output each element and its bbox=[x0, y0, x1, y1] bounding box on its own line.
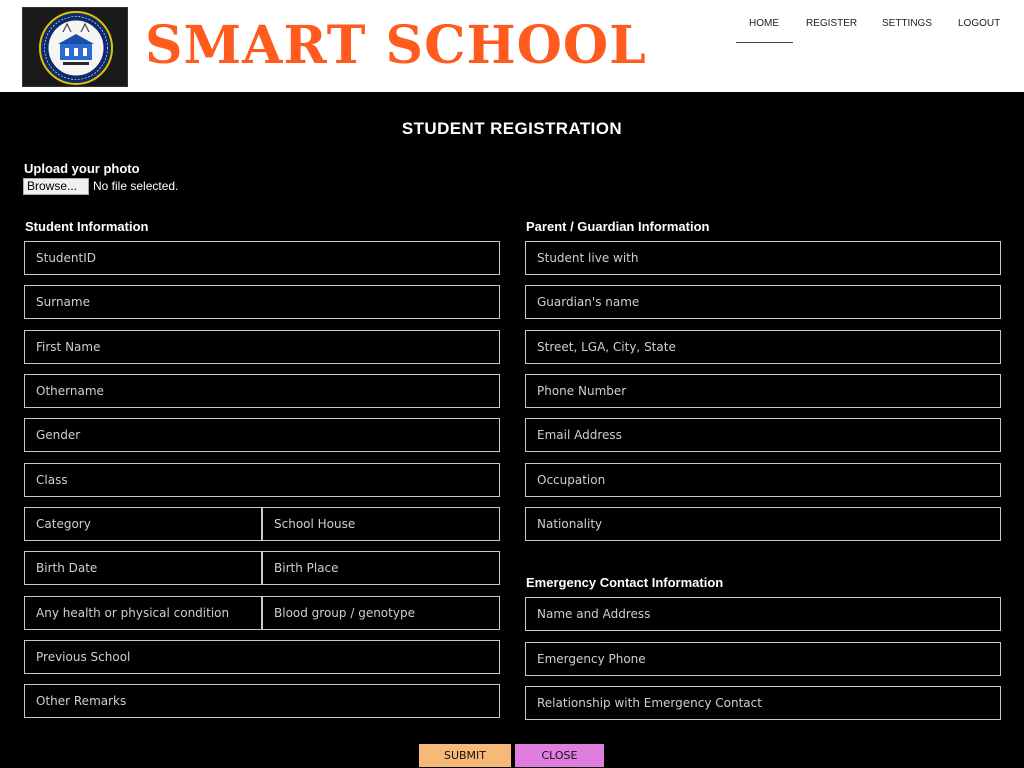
nationality-input[interactable]: Nationality bbox=[525, 507, 1001, 541]
school-house-input[interactable]: School House bbox=[262, 507, 500, 541]
previous-school-input[interactable]: Previous School bbox=[24, 640, 500, 674]
emergency-name-address-input[interactable]: Name and Address bbox=[525, 597, 1001, 631]
class-input[interactable]: Class bbox=[24, 463, 500, 497]
birth-place-input[interactable]: Birth Place bbox=[262, 551, 500, 585]
close-button[interactable]: CLOSE bbox=[515, 744, 604, 767]
guardian-name-input[interactable]: Guardian's name bbox=[525, 285, 1001, 319]
guardian-section-title: Parent / Guardian Information bbox=[526, 219, 710, 234]
email-input[interactable]: Email Address bbox=[525, 418, 1001, 452]
emergency-phone-input[interactable]: Emergency Phone bbox=[525, 642, 1001, 676]
nav-active-indicator bbox=[736, 42, 793, 43]
school-logo bbox=[22, 7, 128, 87]
birth-date-input[interactable]: Birth Date bbox=[24, 551, 262, 585]
othername-input[interactable]: Othername bbox=[24, 374, 500, 408]
blood-group-input[interactable]: Blood group / genotype bbox=[262, 596, 500, 630]
lives-with-input[interactable]: Student live with bbox=[525, 241, 1001, 275]
surname-input[interactable]: Surname bbox=[24, 285, 500, 319]
browse-button[interactable]: Browse... bbox=[23, 178, 89, 195]
submit-button[interactable]: SUBMIT bbox=[419, 744, 511, 767]
first-name-input[interactable]: First Name bbox=[24, 330, 500, 364]
phone-input[interactable]: Phone Number bbox=[525, 374, 1001, 408]
nav-settings[interactable]: SETTINGS bbox=[882, 18, 932, 30]
occupation-input[interactable]: Occupation bbox=[525, 463, 1001, 497]
other-remarks-input[interactable]: Other Remarks bbox=[24, 684, 500, 718]
emergency-section-title: Emergency Contact Information bbox=[526, 575, 724, 590]
health-condition-input[interactable]: Any health or physical condition bbox=[24, 596, 262, 630]
gender-input[interactable]: Gender bbox=[24, 418, 500, 452]
student-section-title: Student Information bbox=[25, 219, 149, 234]
address-input[interactable]: Street, LGA, City, State bbox=[525, 330, 1001, 364]
nav-logout[interactable]: LOGOUT bbox=[958, 18, 1000, 30]
logo-emblem bbox=[23, 8, 127, 86]
file-status: No file selected. bbox=[93, 179, 179, 193]
page-title: STUDENT REGISTRATION bbox=[401, 119, 623, 138]
upload-label: Upload your photo bbox=[24, 161, 140, 176]
category-input[interactable]: Category bbox=[24, 507, 262, 541]
nav-home[interactable]: HOME bbox=[749, 18, 779, 30]
emergency-relationship-input[interactable]: Relationship with Emergency Contact bbox=[525, 686, 1001, 720]
header: SMART SCHOOL HOME REGISTER SETTINGS LOGO… bbox=[0, 0, 1024, 92]
nav-register[interactable]: REGISTER bbox=[806, 18, 857, 30]
brand-title: SMART SCHOOL bbox=[145, 15, 647, 76]
student-id-input[interactable]: StudentID bbox=[24, 241, 500, 275]
